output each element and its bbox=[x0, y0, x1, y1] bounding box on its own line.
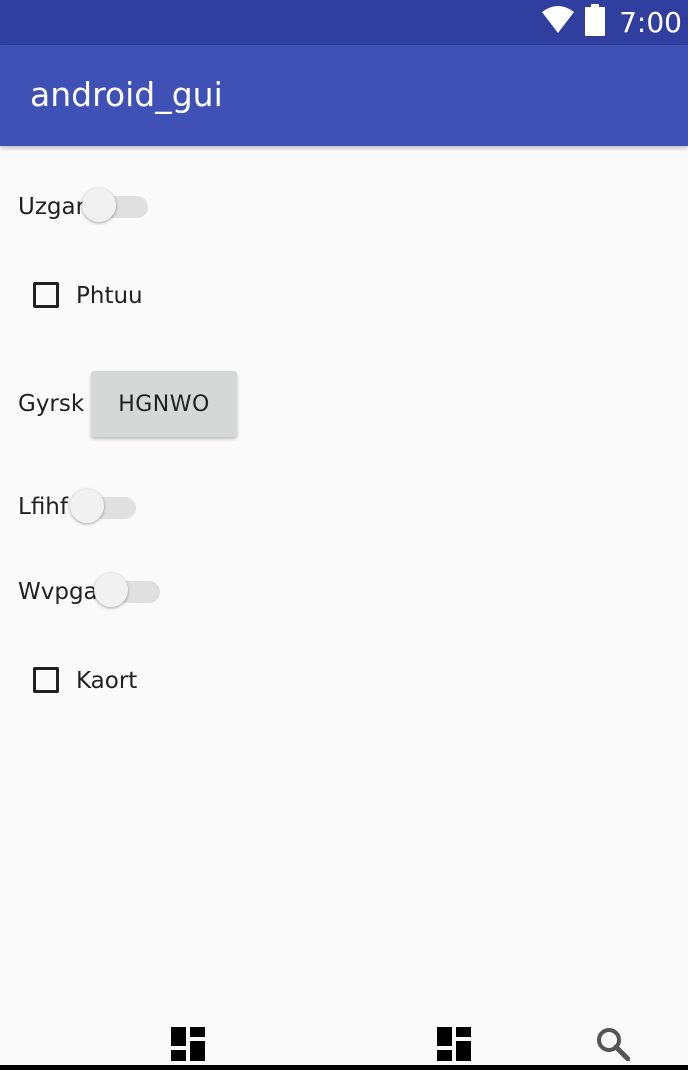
checkbox-label-kaort: Kaort bbox=[76, 668, 138, 694]
dashboard-icon[interactable] bbox=[437, 1027, 471, 1061]
search-icon[interactable] bbox=[596, 1027, 631, 1062]
switch-label-uzgar: Uzgar bbox=[18, 194, 86, 220]
switch-label-lfihf: Lfihf bbox=[18, 494, 68, 520]
wifi-icon bbox=[541, 5, 575, 39]
bottom-navigation bbox=[0, 1010, 688, 1070]
app-title: android_gui bbox=[30, 75, 223, 114]
bottom-edge bbox=[0, 1065, 688, 1070]
app-bar: android_gui bbox=[0, 45, 688, 146]
dashboard-icon[interactable] bbox=[171, 1027, 205, 1061]
battery-icon bbox=[585, 3, 606, 41]
switch-thumb bbox=[82, 188, 116, 222]
hgnwo-button[interactable]: HGNWO bbox=[91, 371, 237, 437]
switch-thumb bbox=[94, 573, 128, 607]
status-time: 7:00 bbox=[619, 5, 682, 39]
status-icons: 7:00 bbox=[541, 3, 682, 41]
switch-label-wvpga: Wvpga bbox=[18, 579, 98, 605]
button-label-gyrsk: Gyrsk bbox=[18, 391, 85, 417]
checkbox-label-phtuu: Phtuu bbox=[76, 283, 143, 309]
status-bar: 7:00 bbox=[0, 0, 688, 45]
phtuu-checkbox[interactable] bbox=[33, 282, 59, 308]
lfihf-switch[interactable] bbox=[70, 487, 138, 527]
kaort-checkbox[interactable] bbox=[33, 667, 59, 693]
wvpga-switch[interactable] bbox=[94, 571, 162, 611]
switch-thumb bbox=[70, 489, 104, 523]
uzgar-switch[interactable] bbox=[82, 186, 150, 226]
